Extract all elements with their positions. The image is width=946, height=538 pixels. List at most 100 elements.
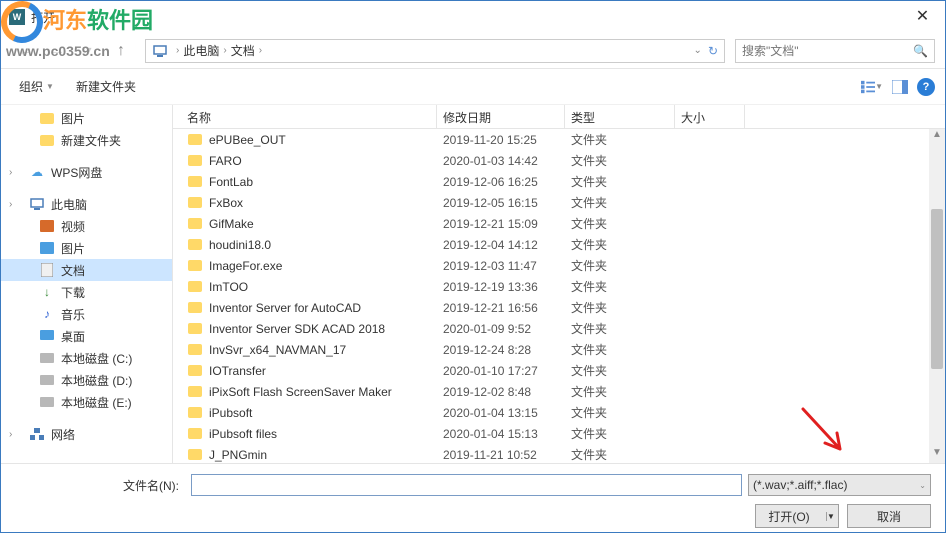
sidebar-item[interactable]: 新建文件夹 [1, 129, 172, 151]
folder-icon [187, 195, 203, 211]
chevron-down-icon: ▼ [826, 512, 838, 521]
sidebar-item[interactable]: ›网络 [1, 423, 172, 445]
download-icon: ↓ [39, 284, 55, 300]
folder-icon [187, 447, 203, 463]
folder-icon [187, 174, 203, 190]
navigation-bar: ← → ▾ ↑ › 此电脑 › 文档 › ⌄ ↻ 🔍 [1, 33, 945, 69]
file-row[interactable]: iPixSoft Flash ScreenSaver Maker2019-12-… [173, 381, 945, 402]
pc-icon [152, 43, 168, 59]
sidebar-item[interactable]: 视频 [1, 215, 172, 237]
up-button[interactable]: ↑ [107, 37, 135, 65]
toolbar: 组织 ▼ 新建文件夹 ▼ ? [1, 69, 945, 105]
sidebar-item[interactable]: 文档 [1, 259, 172, 281]
column-headers: 名称 修改日期 类型 大小 [173, 105, 945, 129]
back-button[interactable]: ← [11, 37, 39, 65]
disk-icon [39, 372, 55, 388]
video-icon [39, 218, 55, 234]
file-row[interactable]: InvSvr_x64_NAVMAN_172019-12-24 8:28文件夹 [173, 339, 945, 360]
titlebar: W 打开 ✕ [1, 1, 945, 33]
recent-dropdown[interactable]: ▾ [75, 37, 103, 65]
file-row[interactable]: IOTransfer2020-01-10 17:27文件夹 [173, 360, 945, 381]
scroll-thumb[interactable] [931, 209, 943, 369]
breadcrumb-bar[interactable]: › 此电脑 › 文档 › ⌄ ↻ [145, 39, 725, 63]
doc-icon [39, 262, 55, 278]
cloud-icon: ☁ [29, 164, 45, 180]
file-row[interactable]: ImageFor.exe2019-12-03 11:47文件夹 [173, 255, 945, 276]
file-row[interactable]: houdini18.02019-12-04 14:12文件夹 [173, 234, 945, 255]
sidebar: 图片新建文件夹›☁WPS网盘›此电脑视频图片文档↓下载♪音乐桌面本地磁盘 (C:… [1, 105, 173, 463]
file-row[interactable]: Inventor Server SDK ACAD 20182020-01-09 … [173, 318, 945, 339]
chevron-right-icon: › [259, 45, 262, 56]
sidebar-item[interactable]: ›此电脑 [1, 193, 172, 215]
close-button[interactable]: ✕ [900, 1, 945, 31]
column-size[interactable]: 大小 [675, 105, 745, 128]
sidebar-item[interactable]: 本地磁盘 (C:) [1, 347, 172, 369]
search-box[interactable]: 🔍 [735, 39, 935, 63]
file-row[interactable]: iPubsoft2020-01-04 13:15文件夹 [173, 402, 945, 423]
open-button[interactable]: 打开(O) ▼ [755, 504, 839, 528]
sidebar-item[interactable]: ♪音乐 [1, 303, 172, 325]
folder-icon [187, 426, 203, 442]
folder-icon [39, 132, 55, 148]
new-folder-button[interactable]: 新建文件夹 [68, 74, 144, 99]
file-row[interactable]: iPubsoft files2020-01-04 15:13文件夹 [173, 423, 945, 444]
folder-icon [187, 279, 203, 295]
forward-button[interactable]: → [43, 37, 71, 65]
file-row[interactable]: ePUBee_OUT2019-11-20 15:25文件夹 [173, 129, 945, 150]
breadcrumb-root[interactable]: 此电脑 [183, 42, 219, 59]
window-title: 打开 [31, 9, 55, 26]
sidebar-item[interactable]: 本地磁盘 (E:) [1, 391, 172, 413]
column-type[interactable]: 类型 [565, 105, 675, 128]
sidebar-item[interactable]: 本地磁盘 (D:) [1, 369, 172, 391]
sidebar-item[interactable]: ↓下载 [1, 281, 172, 303]
folder-icon [187, 300, 203, 316]
sidebar-item[interactable]: 图片 [1, 237, 172, 259]
organize-button[interactable]: 组织 ▼ [11, 74, 62, 99]
music-icon: ♪ [39, 306, 55, 322]
file-row[interactable]: FontLab2019-12-06 16:25文件夹 [173, 171, 945, 192]
disk-icon [39, 350, 55, 366]
file-row[interactable]: ImTOO2019-12-19 13:36文件夹 [173, 276, 945, 297]
folder-icon [39, 110, 55, 126]
app-icon: W [9, 9, 25, 25]
file-area: 名称 修改日期 类型 大小 ePUBee_OUT2019-11-20 15:25… [173, 105, 945, 463]
pc-icon [29, 196, 45, 212]
file-row[interactable]: Inventor Server for AutoCAD2019-12-21 16… [173, 297, 945, 318]
file-row[interactable]: J_PNGmin2019-11-21 10:52文件夹 [173, 444, 945, 463]
file-row[interactable]: GifMake2019-12-21 15:09文件夹 [173, 213, 945, 234]
folder-icon [187, 384, 203, 400]
sidebar-item[interactable]: 图片 [1, 107, 172, 129]
file-row[interactable]: FxBox2019-12-05 16:15文件夹 [173, 192, 945, 213]
chevron-down-icon: ▼ [46, 82, 54, 91]
help-icon[interactable]: ? [917, 78, 935, 96]
sidebar-item[interactable]: ›☁WPS网盘 [1, 161, 172, 183]
folder-icon [187, 237, 203, 253]
search-input[interactable] [742, 44, 913, 58]
folder-icon [187, 363, 203, 379]
column-name[interactable]: 名称 [181, 105, 437, 128]
sidebar-item[interactable]: 桌面 [1, 325, 172, 347]
filetype-select[interactable]: (*.wav;*.aiff;*.flac) ⌄ [748, 474, 931, 496]
chevron-right-icon: › [223, 45, 226, 56]
breadcrumb-current[interactable]: 文档 [231, 42, 255, 59]
scroll-down-icon[interactable]: ▼ [929, 447, 945, 463]
network-icon [29, 426, 45, 442]
file-row[interactable]: FARO2020-01-03 14:42文件夹 [173, 150, 945, 171]
scroll-up-icon[interactable]: ▲ [929, 129, 945, 145]
desktop-icon [39, 328, 55, 344]
view-list-icon[interactable]: ▼ [861, 78, 883, 96]
search-icon[interactable]: 🔍 [913, 44, 928, 58]
chevron-down-icon: ⌄ [919, 481, 926, 490]
filename-label: 文件名(N): [15, 477, 185, 494]
folder-icon [187, 153, 203, 169]
scrollbar[interactable]: ▲ ▼ [929, 129, 945, 463]
file-list: ePUBee_OUT2019-11-20 15:25文件夹FARO2020-01… [173, 129, 945, 463]
breadcrumb-dropdown[interactable]: ⌄ [694, 45, 702, 56]
folder-icon [187, 258, 203, 274]
refresh-icon[interactable]: ↻ [708, 44, 718, 58]
preview-pane-icon[interactable] [889, 78, 911, 96]
folder-icon [187, 216, 203, 232]
cancel-button[interactable]: 取消 [847, 504, 931, 528]
column-date[interactable]: 修改日期 [437, 105, 565, 128]
filename-input[interactable] [191, 474, 742, 496]
